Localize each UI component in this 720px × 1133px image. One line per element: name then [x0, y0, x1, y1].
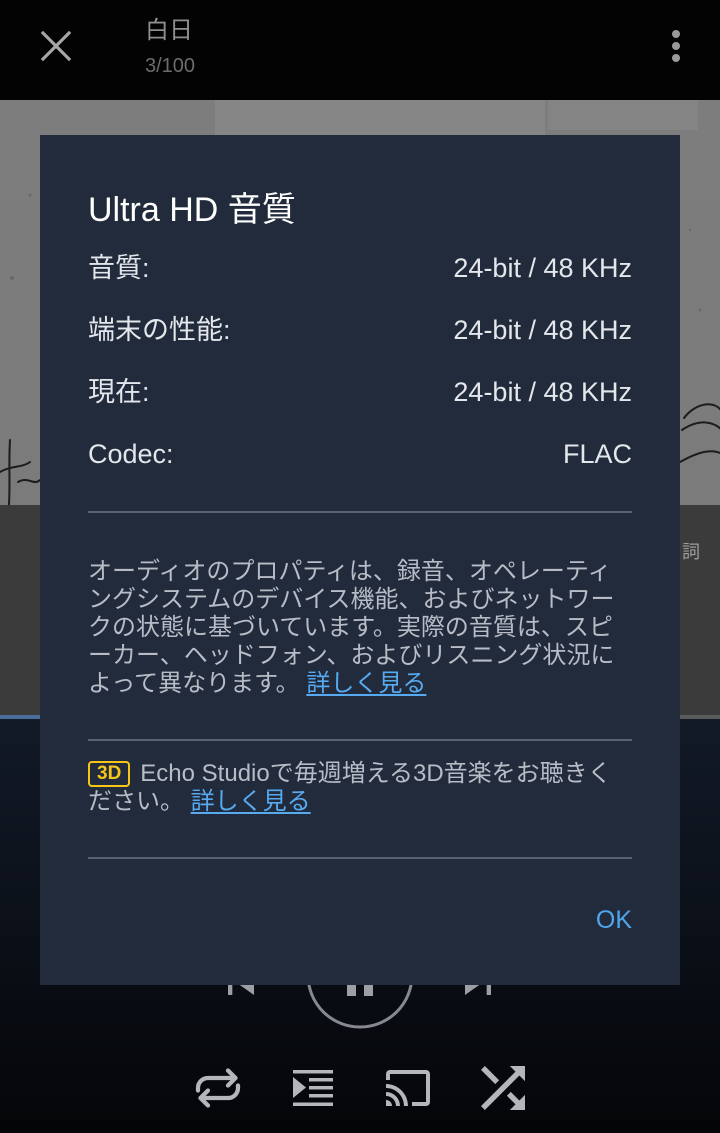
cast-icon [386, 1070, 430, 1106]
spec-value: 24-bit / 48 KHz [453, 253, 632, 283]
shuffle-icon [481, 1066, 525, 1110]
track-index: 3/100 [145, 55, 196, 77]
promo-text: Echo Studioで毎週増える3D音楽をお聴きください。 [88, 760, 612, 815]
spec-label: 現在: [88, 377, 150, 407]
divider [88, 511, 632, 513]
now-playing-screen: 白日 3/100 詞 Ultra HD 音質 音質: 24-bit / 48 K… [0, 0, 720, 1133]
spec-label: Codec: [88, 439, 174, 469]
close-icon [40, 30, 72, 62]
dialog-title: Ultra HD 音質 [88, 191, 296, 229]
ultra-hd-dialog: Ultra HD 音質 音質: 24-bit / 48 KHz 端末の性能: 2… [40, 135, 680, 985]
queue-icon [293, 1070, 333, 1106]
divider [88, 857, 632, 859]
ok-button[interactable]: OK [596, 902, 632, 938]
spec-label: 端末の性能: [88, 315, 231, 345]
repeat-button[interactable] [188, 1058, 248, 1118]
spec-row-codec: Codec: FLAC [88, 436, 632, 498]
close-button[interactable] [34, 24, 78, 68]
description-text: オーディオのプロパティは、録音、オペレーティングシステムのデバイス機能、およびネ… [88, 558, 632, 698]
spec-row-current: 現在: 24-bit / 48 KHz [88, 374, 632, 436]
spec-list: 音質: 24-bit / 48 KHz 端末の性能: 24-bit / 48 K… [88, 250, 632, 498]
track-title: 白日 [145, 17, 193, 44]
more-vert-icon [672, 30, 680, 62]
spec-label: 音質: [88, 253, 150, 283]
repeat-icon [195, 1068, 241, 1108]
spec-value: FLAC [562, 439, 632, 469]
more-options-button[interactable] [656, 24, 696, 68]
spec-value: 24-bit / 48 KHz [453, 377, 632, 407]
queue-button[interactable] [289, 1064, 337, 1112]
cast-button[interactable] [384, 1064, 432, 1112]
top-bar: 白日 3/100 [0, 0, 720, 100]
spec-row-quality: 音質: 24-bit / 48 KHz [88, 250, 632, 312]
echo-studio-promo: 3D Echo Studioで毎週増える3D音楽をお聴きください。 詳しく見る [88, 760, 632, 816]
learn-more-link[interactable]: 詳しく見る [306, 670, 426, 697]
shuffle-button[interactable] [470, 1055, 536, 1121]
promo-learn-more-link[interactable]: 詳しく見る [191, 788, 311, 815]
spec-row-device-capability: 端末の性能: 24-bit / 48 KHz [88, 312, 632, 374]
lyrics-button-label[interactable]: 詞 [682, 542, 700, 562]
spec-value: 24-bit / 48 KHz [453, 315, 632, 345]
divider [88, 739, 632, 741]
3d-audio-badge: 3D [88, 761, 131, 787]
